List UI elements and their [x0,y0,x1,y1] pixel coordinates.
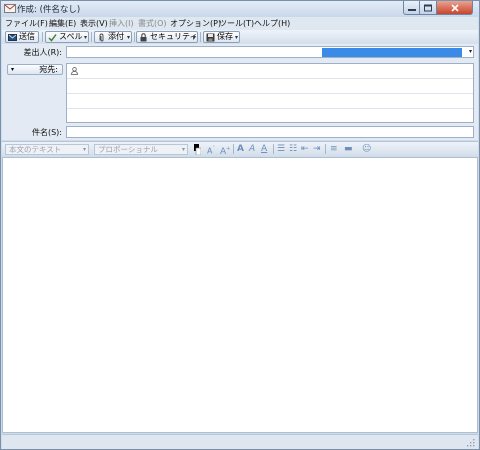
toolbar-separator [325,144,326,154]
title-bar: 作成: (件名なし) [1,1,479,17]
bullet-list-icon[interactable]: ☰ [277,144,285,155]
recipient-row-divider [67,93,473,94]
paperclip-icon [99,33,104,42]
recipient-type-label: 宛先: [39,65,58,74]
maximize-button[interactable] [420,1,437,15]
chevron-down-icon: ▾ [82,146,86,153]
paragraph-style-value: 本文のテキスト [9,145,62,154]
menu-edit[interactable]: 編集(E) [49,18,76,29]
minimize-button[interactable] [403,1,420,15]
subject-label: 件名(S): [31,128,62,137]
security-label: セキュリティ [150,32,198,41]
emoticon-icon[interactable]: ☺ [362,144,371,155]
floppy-disk-icon [206,33,215,42]
resize-grip-icon[interactable] [466,438,475,447]
outdent-icon[interactable]: ⇤ [301,144,309,155]
window-title: 作成: (件名なし) [17,5,81,15]
send-label: 送信 [19,32,35,41]
security-button[interactable]: セキュリティ ▾ [136,31,198,43]
paragraph-style-select[interactable]: 本文のテキスト ▾ [5,144,89,155]
toolbar-separator [200,32,201,42]
status-bar [2,434,478,449]
minimize-icon [407,8,416,11]
toolbar-separator [233,144,234,154]
indent-icon[interactable]: ⇥ [313,144,321,155]
toolbar-separator [273,144,274,154]
attach-button[interactable]: 添付 ▾ [94,31,132,43]
menu-format[interactable]: 書式(O) [138,18,167,29]
menu-options[interactable]: オプション(P) [170,18,221,29]
lock-icon [140,33,147,42]
compose-window: 作成: (件名なし) ファイル(F) 編集(E) 表示(V) 挿入(I) 書式(… [0,0,480,450]
spell-label: スペル [59,32,83,41]
chevron-down-icon: ▾ [181,146,185,153]
attach-dropdown-icon: ▾ [126,34,130,41]
menu-view[interactable]: 表示(V) [80,18,108,29]
font-select[interactable]: プロポーショナル ▾ [94,144,188,155]
toolbar: 送信 スペル ▾ 添付 ▾ セキュリティ ▾ 保存 ▾ [2,30,478,44]
from-account-selected [322,48,462,57]
format-toolbar: 本文のテキスト ▾ プロポーショナル ▾ Aˇ A+ A A A ☰ ☷ ⇤ ⇥… [2,141,478,158]
font-value: プロポーショナル [98,145,158,154]
font-smaller-icon[interactable]: Aˇ [207,144,215,157]
bold-icon[interactable]: A [237,144,244,155]
toolbar-separator [134,32,135,42]
save-label: 保存 [217,32,233,41]
message-body-editor[interactable] [2,157,478,433]
maximize-icon [424,4,432,11]
save-button[interactable]: 保存 ▾ [203,31,240,43]
contact-icon [71,67,78,75]
toolbar-separator [91,32,92,42]
send-icon [8,34,17,41]
italic-icon[interactable]: A [249,144,255,155]
from-label: 差出人(R): [23,48,63,57]
close-icon [450,4,459,11]
menu-insert[interactable]: 挿入(I) [109,18,134,29]
menu-file[interactable]: ファイル(F) [5,18,48,29]
recipient-row-divider [67,108,473,109]
toolbar-separator [42,32,43,42]
menu-help[interactable]: ヘルプ(H) [254,18,290,29]
chevron-down-icon: ▾ [11,66,15,73]
chevron-down-icon: ▾ [468,48,472,55]
align-icon[interactable]: ≡ [330,144,338,155]
font-larger-icon[interactable]: A+ [220,144,230,158]
security-dropdown-icon: ▾ [192,34,196,41]
underline-icon[interactable]: A [261,144,267,155]
spell-button[interactable]: スペル ▾ [45,31,89,43]
insert-object-icon[interactable]: ▬ [344,144,353,155]
recipient-type-select[interactable]: ▾ 宛先: [7,64,63,75]
compose-icon [4,4,16,13]
menu-tools[interactable]: ツール(T) [219,18,254,29]
subject-input[interactable] [66,126,474,138]
save-dropdown-icon: ▾ [234,34,238,41]
recipient-row-divider [67,78,473,79]
menu-bar: ファイル(F) 編集(E) 表示(V) 挿入(I) 書式(O) オプション(P)… [2,17,478,30]
spellcheck-icon [48,34,57,42]
numbered-list-icon[interactable]: ☷ [289,144,297,155]
address-header: 差出人(R): ▾ ▾ 宛先: 件名(S): [2,44,478,140]
attach-label: 添付 [108,32,124,41]
text-color-picker[interactable] [194,144,201,155]
close-button[interactable] [437,1,473,15]
recipient-list[interactable] [66,63,474,123]
send-button[interactable]: 送信 [5,31,39,43]
spell-dropdown-icon: ▾ [83,34,87,41]
from-select[interactable]: ▾ [66,46,474,58]
